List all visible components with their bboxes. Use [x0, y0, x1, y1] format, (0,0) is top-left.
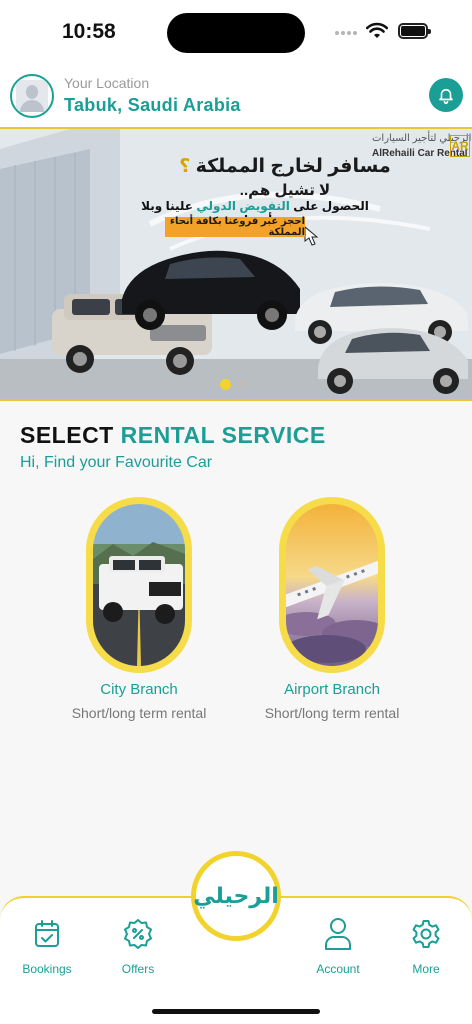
nav-offers[interactable]: Offers	[98, 916, 178, 976]
nav-offers-label: Offers	[121, 962, 155, 976]
airport-branch-card[interactable]: Airport Branch Short/long term rental	[250, 497, 414, 721]
nav-bookings[interactable]: Bookings	[7, 916, 87, 976]
airport-branch-label: Airport Branch	[284, 681, 380, 698]
calendar-check-icon	[35, 920, 59, 947]
banner-subtitle: لا تشيل هم..	[239, 182, 331, 199]
cellular-signal-icon	[335, 31, 359, 37]
city-branch-card[interactable]: City Branch Short/long term rental	[57, 497, 221, 721]
brand-logo-icon: AR	[450, 135, 470, 157]
percent-badge-icon	[124, 919, 152, 949]
gear-icon	[412, 920, 440, 948]
avatar[interactable]	[10, 74, 54, 118]
nav-more[interactable]: More	[386, 916, 466, 976]
carousel-dot-active[interactable]	[220, 379, 231, 390]
home-indicator	[152, 1009, 320, 1014]
status-time: 10:58	[62, 20, 116, 43]
airport-branch-image	[286, 504, 378, 666]
status-bar: 10:58	[0, 0, 472, 66]
battery-icon	[398, 23, 431, 39]
logo-text: الرحيلي	[193, 883, 279, 908]
notification-bell-button[interactable]	[429, 78, 463, 112]
bell-icon	[439, 88, 453, 104]
city-branch-image-frame	[86, 497, 192, 673]
section-subtitle: Hi, Find your Favourite Car	[20, 454, 213, 471]
location-label: Your Location	[64, 75, 150, 91]
airport-branch-image-frame	[279, 497, 385, 673]
banner-cta: احجز عبر فروعنا بكافة أنحاء المملكة	[165, 216, 305, 238]
banner-title: مسافر لخارج المملكة ؟	[179, 156, 391, 177]
promo-banner-carousel[interactable]: الرحيلي لتأجير السيارات AlRehaili Car Re…	[0, 127, 472, 401]
nav-more-label: More	[412, 962, 440, 976]
nav-bookings-label: Bookings	[22, 962, 72, 976]
dynamic-island	[167, 13, 305, 53]
carousel-dot[interactable]	[239, 379, 250, 390]
section-title: SELECT RENTAL SERVICE	[20, 422, 326, 448]
airport-branch-sublabel: Short/long term rental	[264, 705, 400, 721]
location-header: Your Location Tabuk, Saudi Arabia	[0, 66, 472, 127]
city-branch-image	[93, 504, 185, 666]
user-icon	[325, 918, 351, 950]
nav-account-label: Account	[316, 962, 360, 976]
home-logo-button[interactable]: الرحيلي	[191, 851, 281, 941]
nav-account[interactable]: Account	[298, 916, 378, 976]
wifi-icon	[366, 22, 388, 38]
city-branch-sublabel: Short/long term rental	[71, 705, 207, 721]
location-value[interactable]: Tabuk, Saudi Arabia	[64, 95, 241, 116]
carousel-pagination	[220, 379, 250, 390]
city-branch-label: City Branch	[100, 681, 178, 698]
